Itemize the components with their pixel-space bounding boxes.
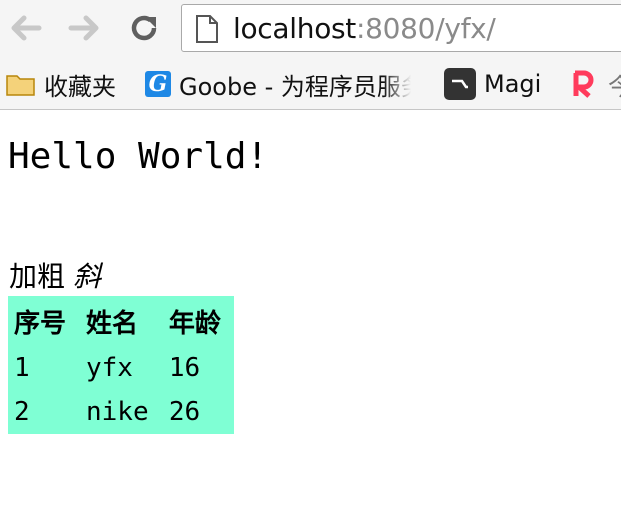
header-age: 年龄	[168, 308, 221, 339]
italic-text: 斜	[73, 260, 102, 293]
cell-name: nike	[86, 397, 149, 427]
reload-button[interactable]	[126, 10, 162, 46]
page-heading: Hello World!	[8, 136, 269, 177]
goobe-icon: G	[145, 71, 171, 97]
bookmark-label: Magi	[484, 70, 542, 98]
reload-icon	[131, 15, 157, 41]
page-content: Hello World! 加粗斜 序号 姓名 年龄 1 yfx 16 2 nik…	[0, 111, 621, 511]
bookmark-goobe[interactable]: G Goobe - 为程序员服务	[145, 66, 411, 102]
forward-button[interactable]	[66, 10, 102, 46]
header-name: 姓名	[86, 308, 139, 339]
table-row: 2 nike 26	[8, 390, 234, 434]
folder-icon	[6, 71, 36, 97]
bookmark-label: 今	[608, 67, 621, 102]
bookmark-favorites[interactable]: 收藏夹	[6, 66, 116, 102]
bookmark-r[interactable]: 今	[572, 66, 621, 102]
back-button[interactable]	[8, 10, 44, 46]
bookmark-magi[interactable]: Magi	[444, 66, 541, 102]
styled-text-line: 加粗斜	[9, 259, 101, 295]
bookmarks-bar: 收藏夹 G Goobe - 为程序员服务 Magi 今	[0, 60, 621, 110]
url-text: localhost:8080/yfx/	[233, 13, 496, 45]
header-number: 序号	[14, 308, 67, 339]
url-path: :8080/yfx/	[356, 12, 496, 45]
cell-number: 2	[14, 397, 30, 427]
address-bar[interactable]: localhost:8080/yfx/	[181, 4, 621, 52]
bookmark-label: Goobe - 为程序员服务	[179, 72, 411, 101]
arrow-left-icon	[11, 15, 42, 41]
table-row: 1 yfx 16	[8, 346, 234, 390]
cell-number: 1	[14, 353, 30, 383]
cell-name: yfx	[86, 353, 133, 383]
table-header-row: 序号 姓名 年龄	[8, 296, 234, 346]
arrow-right-icon	[68, 15, 99, 41]
browser-toolbar: localhost:8080/yfx/	[0, 0, 621, 60]
cell-age: 26	[168, 397, 201, 427]
magi-icon	[444, 68, 476, 100]
bold-text: 加粗	[9, 260, 66, 293]
bookmark-label: 收藏夹	[44, 72, 116, 101]
cell-age: 16	[168, 353, 201, 383]
page-icon	[196, 15, 218, 43]
data-table: 序号 姓名 年龄 1 yfx 16 2 nike 26	[8, 296, 234, 434]
url-host: localhost	[233, 12, 356, 45]
r-icon	[572, 70, 594, 98]
